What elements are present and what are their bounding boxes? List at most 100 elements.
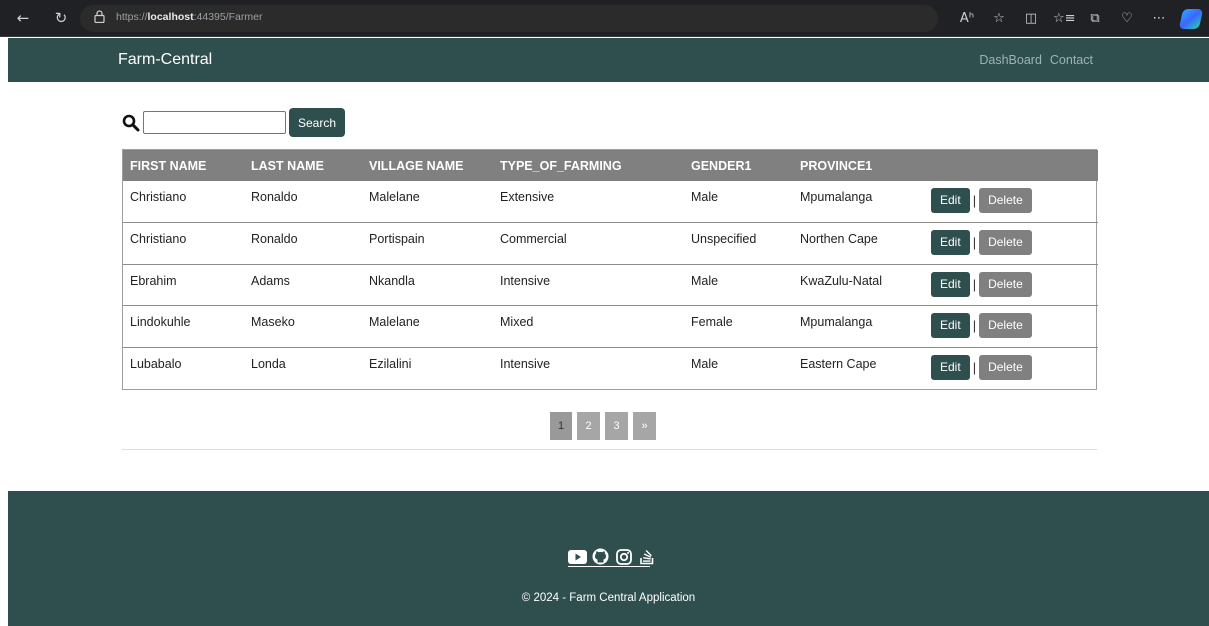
edit-button[interactable]: Edit <box>931 271 970 297</box>
collections-icon[interactable]: ⧉ <box>1085 9 1105 29</box>
search-icon <box>122 114 140 132</box>
farmers-table: FIRST NAME LAST NAME VILLAGE NAME TYPE_O… <box>122 149 1098 390</box>
action-separator: | <box>972 235 977 250</box>
content-divider <box>122 449 1097 450</box>
cell-last-name: Adams <box>251 273 290 288</box>
search-button[interactable]: Search <box>289 108 345 137</box>
url-host: localhost <box>147 11 194 23</box>
social-links-underline <box>568 566 650 567</box>
cell-type-of-farming: Intensive <box>500 356 551 371</box>
cell-first-name: Christiano <box>130 232 187 246</box>
action-separator: | <box>972 276 977 292</box>
split-screen-icon[interactable]: ◫ <box>1021 9 1041 29</box>
delete-button[interactable]: Delete <box>979 354 1032 380</box>
delete-button[interactable]: Delete <box>979 313 1032 338</box>
table-row: Lindokuhle Maseko Malelane Mixed Female … <box>123 305 1098 348</box>
search-bar: Search <box>122 108 345 137</box>
stackoverflow-icon[interactable] <box>637 548 656 565</box>
edit-button[interactable]: Edit <box>931 230 970 255</box>
table-header-row: FIRST NAME LAST NAME VILLAGE NAME TYPE_O… <box>123 150 1098 181</box>
copilot-icon[interactable] <box>1178 9 1204 29</box>
brand-link[interactable]: Farm-Central <box>118 51 212 69</box>
header-actions <box>924 150 1098 181</box>
lock-icon <box>92 10 106 26</box>
top-navbar: Farm-Central DashBoard Contact <box>8 38 1209 82</box>
page-1-button[interactable]: 1 <box>550 412 572 440</box>
social-links <box>568 548 656 567</box>
cell-last-name: Maseko <box>251 315 295 329</box>
header-type-of-farming: TYPE_OF_FARMING <box>500 158 622 173</box>
cell-type-of-farming: Intensive <box>500 273 551 288</box>
delete-button[interactable]: Delete <box>979 271 1032 297</box>
cell-province: Eastern Cape <box>800 356 877 371</box>
browser-toolbar: ← ↻ https://localhost:44395/Farmer Aʰ ☆ … <box>0 0 1209 37</box>
page-3-button[interactable]: 3 <box>605 412 628 440</box>
pagination: 1 2 3 » <box>550 412 656 440</box>
cell-village-name: Malelane <box>369 190 420 204</box>
cell-village-name: Malelane <box>369 315 420 329</box>
next-page-button[interactable]: » <box>633 412 656 440</box>
edit-button[interactable]: Edit <box>931 354 970 380</box>
browser-actions: Aʰ ☆ ◫ ☆≡ ⧉ ♡ ⋯ <box>957 8 1204 30</box>
cell-gender: Male <box>691 356 719 371</box>
cell-actions: Edit | Delete <box>924 264 1098 306</box>
cell-first-name: Christiano <box>130 190 187 204</box>
search-input[interactable] <box>143 111 286 134</box>
cell-village-name: Ezilalini <box>369 356 412 371</box>
cell-province: Mpumalanga <box>800 190 873 204</box>
back-arrow-icon[interactable]: ← <box>14 9 32 27</box>
url-path: :44395/Farmer <box>193 11 263 23</box>
cell-first-name: Lubabalo <box>130 356 182 371</box>
action-separator: | <box>972 193 977 208</box>
nav-links: DashBoard Contact <box>979 53 1093 67</box>
cell-last-name: Londa <box>251 356 286 371</box>
cell-village-name: Nkandla <box>369 273 415 288</box>
cell-first-name: Ebrahim <box>130 273 177 288</box>
favorite-star-icon[interactable]: ☆ <box>989 9 1009 29</box>
browser-essentials-icon[interactable]: ♡ <box>1117 9 1137 29</box>
more-menu-icon[interactable]: ⋯ <box>1149 9 1169 29</box>
favorites-list-icon[interactable]: ☆≡ <box>1053 9 1076 29</box>
header-first-name: FIRST NAME <box>130 158 207 173</box>
address-bar[interactable]: https://localhost:44395/Farmer <box>80 5 938 32</box>
cell-village-name: Portispain <box>369 232 425 246</box>
cell-gender: Male <box>691 190 719 204</box>
browser-window: ← ↻ https://localhost:44395/Farmer Aʰ ☆ … <box>0 0 1209 626</box>
reload-icon[interactable]: ↻ <box>52 9 70 27</box>
header-province: PROVINCE1 <box>800 158 873 173</box>
url-prefix: https:// <box>116 11 148 23</box>
cell-actions: Edit | Delete <box>924 306 1098 348</box>
delete-button[interactable]: Delete <box>979 230 1032 255</box>
cell-gender: Unspecified <box>691 232 757 246</box>
page-2-button[interactable]: 2 <box>577 412 600 440</box>
edit-button[interactable]: Edit <box>931 313 970 338</box>
youtube-icon[interactable] <box>568 548 587 565</box>
url-text: https://localhost:44395/Farmer <box>116 11 262 23</box>
cell-actions: Edit | Delete <box>924 347 1098 389</box>
cell-actions: Edit | Delete <box>924 223 1098 265</box>
table-row: Ebrahim Adams Nkandla Intensive Male Kwa… <box>123 264 1098 306</box>
instagram-icon[interactable] <box>614 548 633 565</box>
edit-button[interactable]: Edit <box>931 188 970 213</box>
github-icon[interactable] <box>591 548 610 565</box>
cell-province: KwaZulu-Natal <box>800 273 882 288</box>
nav-link-dashboard[interactable]: DashBoard <box>979 53 1042 67</box>
cell-type-of-farming: Mixed <box>500 315 534 329</box>
header-last-name: LAST NAME <box>251 158 324 173</box>
table-row: Christiano Ronaldo Portispain Commercial… <box>123 222 1098 265</box>
cell-gender: Male <box>691 273 719 288</box>
cell-province: Northen Cape <box>800 232 878 246</box>
cell-type-of-farming: Extensive <box>500 190 555 204</box>
cell-type-of-farming: Commercial <box>500 232 567 246</box>
app-root: Farm-Central DashBoard Contact Search FI… <box>8 38 1209 626</box>
nav-link-contact[interactable]: Contact <box>1050 53 1093 67</box>
table-row: Lubabalo Londa Ezilalini Intensive Male … <box>123 347 1098 389</box>
copyright-text: © 2024 - Farm Central Application <box>521 592 696 604</box>
action-separator: | <box>972 359 977 375</box>
read-aloud-icon[interactable]: Aʰ <box>957 9 977 29</box>
cell-actions: Edit | Delete <box>924 181 1098 223</box>
delete-button[interactable]: Delete <box>979 188 1032 213</box>
cell-gender: Female <box>691 315 733 329</box>
table-row: Christiano Ronaldo Malelane Extensive Ma… <box>123 181 1098 223</box>
cell-first-name: Lindokuhle <box>130 315 191 329</box>
